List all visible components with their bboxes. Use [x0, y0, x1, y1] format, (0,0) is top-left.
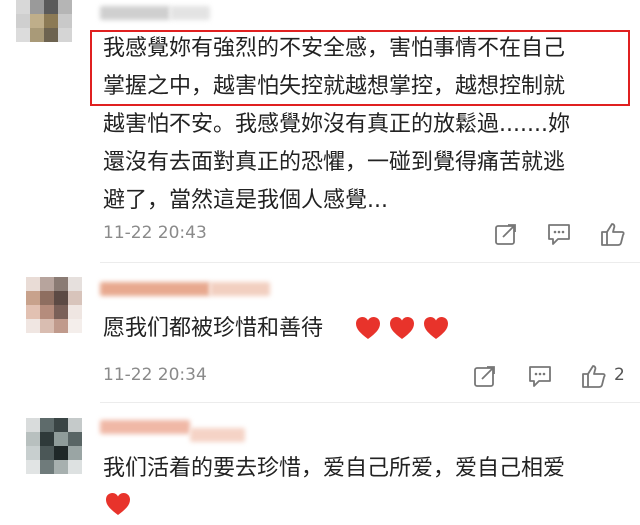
heart-icon — [106, 493, 130, 515]
username — [190, 428, 245, 442]
avatar[interactable] — [26, 277, 82, 333]
heart-icon — [390, 317, 414, 339]
heart-icon — [356, 317, 380, 339]
comment-text: 我们活着的要去珍惜，爱自己所爱，爱自己相爱 — [103, 456, 566, 481]
comment-icon[interactable] — [546, 221, 572, 247]
username[interactable] — [100, 420, 190, 434]
comment-icon[interactable] — [527, 363, 553, 389]
avatar[interactable] — [26, 418, 82, 474]
like-count: 2 — [614, 365, 625, 385]
username[interactable] — [100, 6, 170, 20]
username — [210, 282, 270, 296]
timestamp: 11-22 20:43 — [103, 223, 207, 243]
avatar[interactable] — [16, 0, 72, 46]
username — [170, 6, 210, 20]
thumbs-up-icon[interactable] — [600, 221, 626, 247]
divider — [100, 402, 640, 403]
share-icon[interactable] — [472, 363, 498, 389]
heart-icon — [424, 317, 448, 339]
divider — [100, 262, 640, 263]
share-icon[interactable] — [493, 221, 519, 247]
timestamp: 11-22 20:34 — [103, 365, 207, 385]
username[interactable] — [100, 282, 210, 296]
comment-text: 我感覺妳有強烈的不安全感，害怕事情不在自己 掌握之中，越害怕失控就越想掌控，越想… — [103, 36, 570, 213]
thumbs-up-icon[interactable] — [581, 363, 607, 389]
